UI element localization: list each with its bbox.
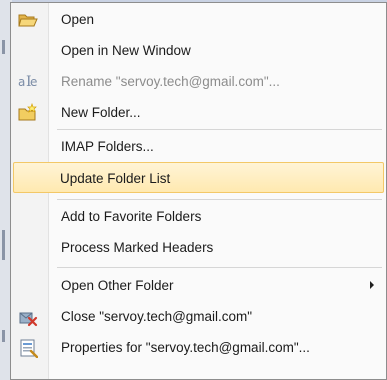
open-folder-icon [18, 10, 38, 30]
menu-item-label: IMAP Folders... [61, 139, 154, 154]
menu-item-label: Update Folder List [60, 171, 171, 186]
background-tick [2, 40, 5, 54]
menu-item-imap-folders[interactable]: IMAP Folders... [13, 131, 384, 162]
folder-context-menu: Open Open in New Window a I e Rename "se… [10, 2, 387, 380]
menu-item-open-new-window[interactable]: Open in New Window [13, 35, 384, 66]
menu-item-label: Properties for "servoy.tech@gmail.com"..… [61, 340, 310, 355]
menu-item-label: Rename "servoy.tech@gmail.com"... [61, 74, 280, 89]
menu-item-label: Process Marked Headers [61, 240, 214, 255]
menu-item-label: Open [61, 12, 95, 27]
menu-item-label: Open Other Folder [61, 278, 174, 293]
menu-item-add-favorite-folders[interactable]: Add to Favorite Folders [13, 201, 384, 232]
submenu-arrow-icon [370, 281, 374, 289]
close-mailbox-icon [18, 307, 38, 327]
menu-item-new-folder[interactable]: New Folder... [13, 97, 384, 128]
menu-item-open[interactable]: Open [13, 4, 384, 35]
svg-text:e: e [30, 75, 37, 89]
menu-item-close-mailbox[interactable]: Close "servoy.tech@gmail.com" [13, 301, 384, 332]
menu-item-process-marked-headers[interactable]: Process Marked Headers [13, 232, 384, 263]
svg-text:a: a [18, 75, 25, 89]
screen: Open Open in New Window a I e Rename "se… [0, 0, 387, 380]
menu-item-label: Add to Favorite Folders [61, 209, 202, 224]
menu-item-open-other-folder[interactable]: Open Other Folder [13, 270, 384, 301]
background-tick [2, 230, 5, 260]
background-tick [2, 330, 5, 342]
menu-item-properties[interactable]: Properties for "servoy.tech@gmail.com"..… [13, 332, 384, 363]
new-folder-icon [18, 102, 38, 123]
menu-item-label: Close "servoy.tech@gmail.com" [61, 309, 253, 324]
menu-separator [57, 267, 382, 268]
menu-item-label: Open in New Window [61, 43, 191, 58]
rename-icon: a I e [18, 72, 38, 92]
menu-item-update-folder-list[interactable]: Update Folder List [13, 162, 384, 193]
properties-icon [18, 338, 39, 359]
menu-item-rename[interactable]: a I e Rename "servoy.tech@gmail.com"... [13, 66, 384, 97]
menu-separator [57, 199, 382, 200]
menu-separator [57, 129, 382, 130]
menu-item-label: New Folder... [61, 105, 141, 120]
